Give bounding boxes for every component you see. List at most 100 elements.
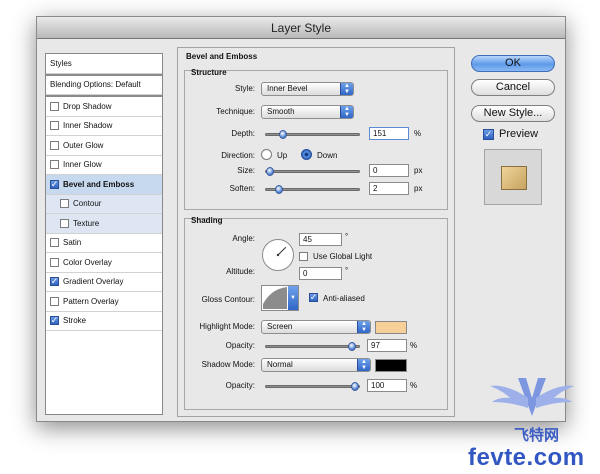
direction-label: Direction: [221, 151, 255, 160]
contour-curve-icon [263, 287, 287, 309]
style-item[interactable]: Color Overlay [46, 253, 162, 273]
direction-up-radio[interactable] [261, 149, 272, 160]
size-label: Size: [237, 166, 255, 175]
angle-label: Angle: [232, 234, 255, 243]
style-item[interactable]: Drop Shadow [46, 97, 162, 117]
anti-aliased-checkbox[interactable]: ✓ [309, 293, 318, 302]
style-item-label: Bevel and Emboss [63, 179, 135, 189]
highlight-color-swatch[interactable] [375, 321, 407, 334]
soften-slider[interactable] [265, 185, 360, 194]
style-item[interactable]: Outer Glow [46, 136, 162, 156]
watermark-chinese: 飞特网 [514, 427, 560, 444]
blending-options-item[interactable]: Blending Options: Default [46, 76, 162, 95]
highlight-opacity-knob[interactable] [348, 342, 357, 351]
direction-up-label: Up [277, 151, 288, 160]
preview-checkbox[interactable]: ✓ [483, 129, 494, 140]
highlight-mode-value: Screen [267, 322, 293, 331]
cancel-button[interactable]: Cancel [471, 79, 555, 96]
direction-down-label: Down [317, 151, 338, 160]
style-checkbox[interactable]: ✓ [50, 179, 59, 189]
style-dropdown[interactable]: Inner Bevel ▲ ▼ [261, 82, 354, 96]
style-item[interactable]: Texture [46, 214, 162, 234]
ok-button[interactable]: OK [471, 55, 555, 72]
style-item[interactable]: ✓ Stroke [46, 312, 162, 331]
style-item-label: Color Overlay [63, 257, 112, 267]
style-item[interactable]: ✓ Bevel and Emboss [46, 175, 162, 195]
shadow-opacity-unit: % [410, 381, 418, 390]
highlight-opacity-slider[interactable] [265, 342, 360, 351]
depth-unit: % [414, 129, 422, 138]
global-light-label: Use Global Light [313, 252, 373, 261]
soften-slider-knob[interactable] [274, 185, 283, 194]
highlight-mode-label: Highlight Mode: [199, 322, 255, 331]
bevel-title: Bevel and Emboss [186, 52, 258, 61]
style-checkbox[interactable] [50, 238, 59, 248]
style-checkbox[interactable] [60, 218, 69, 228]
style-item[interactable]: Pattern Overlay [46, 292, 162, 312]
direction-down-radio[interactable] [301, 149, 312, 160]
chevron-down-icon[interactable]: ▼ [288, 286, 298, 310]
style-item[interactable]: ✓ Gradient Overlay [46, 273, 162, 292]
structure-title: Structure [191, 68, 227, 77]
shadow-mode-dropdown[interactable]: Normal ▲ ▼ [261, 358, 371, 372]
style-item[interactable]: Satin [46, 234, 162, 253]
layer-style-dialog: Layer Style Styles Blending Options: Def… [36, 16, 566, 422]
chevron-updown-icon: ▲ ▼ [357, 359, 370, 371]
structure-group: Structure Style: Inner Bevel ▲ ▼ Techniqu… [184, 68, 448, 210]
style-checkbox[interactable] [50, 257, 59, 267]
soften-unit: px [414, 184, 423, 193]
size-slider[interactable] [265, 167, 360, 176]
chevron-updown-icon: ▲ ▼ [340, 106, 353, 118]
style-item[interactable]: Inner Shadow [46, 117, 162, 136]
style-item[interactable]: Inner Glow [46, 156, 162, 175]
shadow-opacity-knob[interactable] [351, 382, 359, 391]
size-unit: px [414, 166, 423, 175]
style-item-label: Gradient Overlay [63, 277, 124, 287]
style-item[interactable]: Contour [46, 194, 162, 214]
anti-aliased-label: Anti-aliased [323, 294, 365, 303]
depth-slider-knob[interactable] [278, 130, 287, 139]
watermark-url: fevte.com [468, 444, 585, 471]
shadow-color-swatch[interactable] [375, 359, 407, 372]
soften-field[interactable]: 2 [369, 182, 409, 195]
style-checkbox[interactable] [60, 199, 69, 209]
style-item-label: Inner Shadow [63, 121, 113, 131]
shadow-opacity-slider[interactable] [265, 382, 360, 391]
altitude-label: Altitude: [226, 267, 255, 276]
style-item-label: Stroke [63, 316, 87, 326]
soften-label: Soften: [229, 184, 255, 193]
style-checkbox[interactable] [50, 160, 59, 170]
depth-field[interactable]: 151 [369, 127, 409, 140]
technique-dropdown[interactable]: Smooth ▲ ▼ [261, 105, 354, 119]
altitude-field[interactable]: 0 [299, 267, 342, 280]
preview-label: Preview [499, 128, 539, 140]
style-checkbox[interactable] [50, 140, 59, 150]
style-item-label: Inner Glow [63, 160, 102, 170]
style-checkbox[interactable]: ✓ [50, 316, 59, 326]
global-light-checkbox[interactable] [299, 252, 308, 261]
shadow-opacity-field[interactable]: 100 [367, 379, 407, 392]
style-label: Style: [234, 84, 255, 93]
gloss-contour-picker[interactable]: ▼ [261, 285, 299, 311]
size-slider-knob[interactable] [266, 167, 274, 176]
style-checkbox[interactable] [50, 121, 59, 131]
chevron-updown-icon: ▲ ▼ [357, 321, 370, 333]
depth-slider[interactable] [265, 130, 360, 139]
highlight-opacity-unit: % [410, 341, 418, 350]
angle-field[interactable]: 45 [299, 233, 342, 246]
style-item-label: Texture [73, 218, 100, 228]
size-field[interactable]: 0 [369, 164, 409, 177]
style-checkbox[interactable] [50, 296, 59, 306]
style-checkbox[interactable] [50, 101, 59, 111]
highlight-mode-dropdown[interactable]: Screen ▲ ▼ [261, 320, 371, 334]
chevron-updown-icon: ▲ ▼ [340, 83, 353, 95]
highlight-opacity-field[interactable]: 97 [367, 339, 407, 352]
style-checkbox[interactable]: ✓ [50, 277, 59, 287]
window-title: Layer Style [37, 17, 565, 39]
style-item-label: Outer Glow [63, 140, 104, 150]
style-item-label: Contour [73, 199, 102, 209]
style-value: Inner Bevel [267, 84, 308, 93]
new-style-button[interactable]: New Style... [471, 105, 555, 122]
angle-dial[interactable] [261, 238, 295, 272]
styles-header[interactable]: Styles [46, 54, 162, 74]
